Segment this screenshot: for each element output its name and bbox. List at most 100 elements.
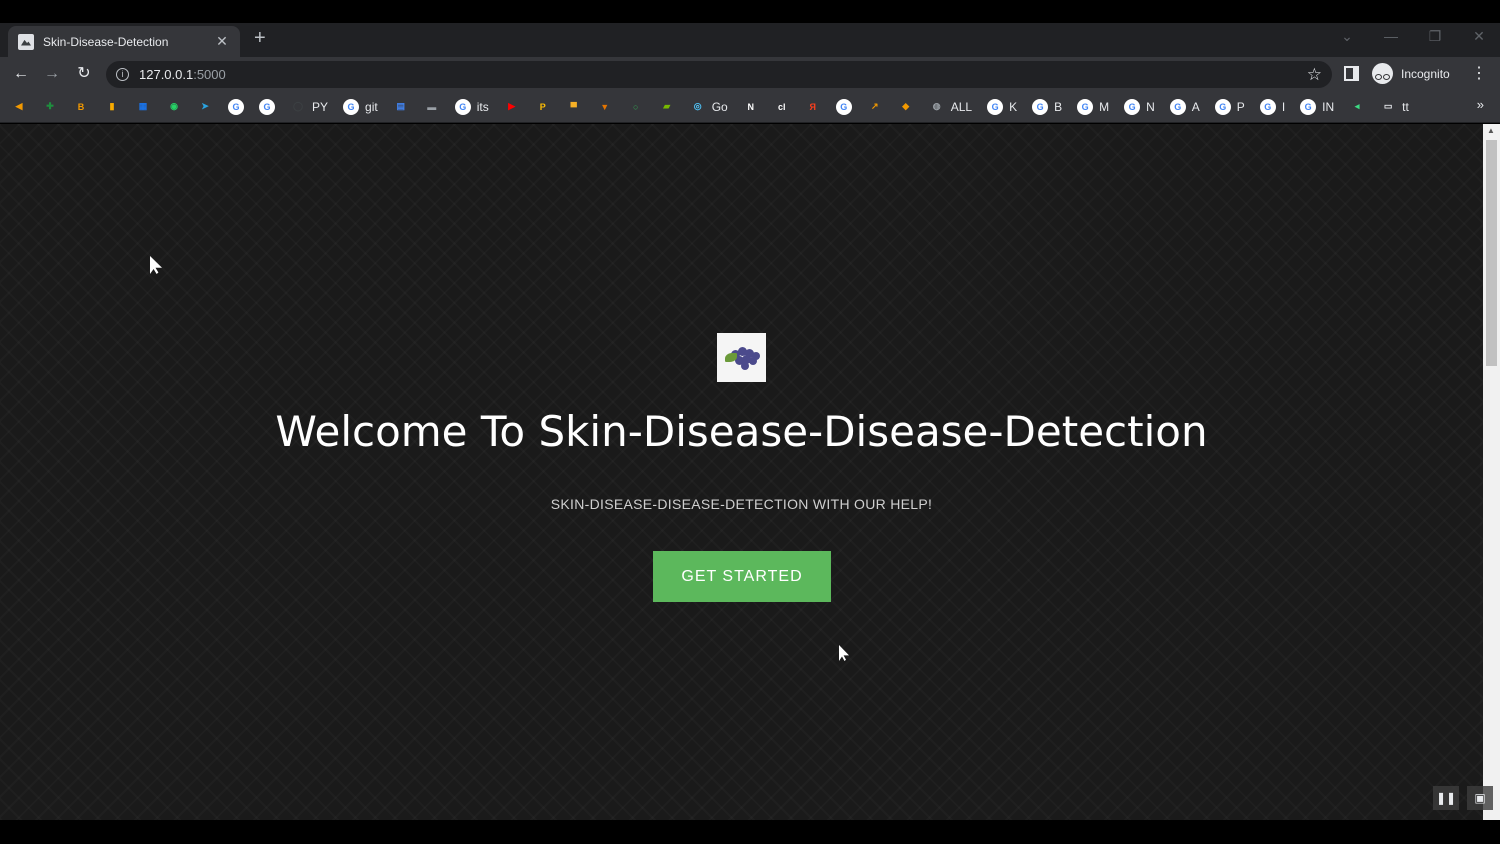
plus-green-icon: ✚ bbox=[46, 101, 54, 111]
p-yellow-icon: P bbox=[539, 101, 546, 112]
vertical-scrollbar[interactable]: ▲ bbox=[1483, 124, 1500, 820]
get-started-button[interactable]: GET STARTED bbox=[653, 551, 831, 602]
bookmark-item[interactable]: ◀ bbox=[11, 97, 27, 117]
bookmark-label: I bbox=[1281, 99, 1286, 114]
mouse-cursor-ghost bbox=[839, 645, 849, 661]
grape-logo bbox=[717, 333, 766, 382]
bookmark-item[interactable]: Gits bbox=[454, 97, 489, 117]
bookmark-label: B bbox=[1054, 99, 1063, 114]
bookmark-item[interactable]: ◎ Go bbox=[690, 97, 728, 117]
tab-strip: Skin-Disease-Detection ✕ bbox=[0, 23, 1500, 57]
bookmark-item[interactable]: ▭ tt bbox=[1380, 97, 1409, 117]
close-window-icon[interactable]: ✕ bbox=[1470, 28, 1488, 45]
chevron-down-icon[interactable]: ⌄ bbox=[1338, 28, 1356, 45]
bookmark-item[interactable]: P bbox=[535, 97, 551, 117]
hero-title: Welcome To Skin-Disease-Disease-Detectio… bbox=[275, 407, 1208, 456]
bookmark-item[interactable]: ✚ bbox=[42, 97, 58, 117]
bookmark-item[interactable]: G IN bbox=[1300, 97, 1334, 117]
bookmark-item[interactable]: ◆ bbox=[898, 97, 914, 117]
back-icon[interactable]: ← bbox=[11, 64, 31, 84]
scroll-up-icon[interactable]: ▲ bbox=[1487, 126, 1495, 135]
star-icon[interactable]: ☆ bbox=[1307, 65, 1322, 85]
doc-blue-icon: ▤ bbox=[396, 101, 405, 111]
url-host: 127.0.0.1 bbox=[139, 67, 194, 82]
bookmark-label: ALL bbox=[950, 99, 973, 114]
bookmark-item[interactable]: GB bbox=[1032, 97, 1062, 117]
kebab-menu-icon[interactable]: ⋮ bbox=[1471, 64, 1487, 84]
pause-icon[interactable]: ❚❚ bbox=[1433, 786, 1459, 810]
bookmark-item[interactable]: ▤ bbox=[393, 97, 409, 117]
bookmark-orange-icon: ◀ bbox=[15, 101, 23, 111]
bookmark-item[interactable]: GN bbox=[1124, 97, 1155, 117]
mouse-cursor bbox=[150, 256, 162, 274]
info-icon[interactable]: i bbox=[116, 68, 129, 81]
bookmark-item[interactable]: ◍ ALL bbox=[929, 97, 972, 117]
bookmark-item[interactable]: G bbox=[228, 97, 244, 117]
incognito-profile-button[interactable]: Incognito bbox=[1372, 63, 1450, 84]
google-icon: G bbox=[228, 98, 244, 115]
side-panel-icon[interactable] bbox=[1344, 66, 1359, 81]
bookmark-item[interactable]: ➤ bbox=[197, 97, 213, 117]
yandex-icon: Я bbox=[809, 101, 816, 112]
scrollbar-thumb[interactable] bbox=[1486, 140, 1497, 366]
close-icon[interactable]: ✕ bbox=[214, 33, 230, 50]
tab-active[interactable]: Skin-Disease-Detection ✕ bbox=[8, 26, 240, 57]
bookmark-item[interactable]: GK bbox=[987, 97, 1017, 117]
bookmark-item[interactable]: GM bbox=[1077, 97, 1109, 117]
bookmark-item[interactable]: ◂ bbox=[1349, 97, 1365, 117]
google-icon: G bbox=[1169, 98, 1186, 115]
bookmark-item[interactable]: ▼ bbox=[597, 97, 613, 117]
new-tab-button[interactable]: + bbox=[254, 28, 266, 48]
google-icon: G bbox=[1259, 98, 1276, 115]
toolbar: ← → ↻ i 127.0.0.1 :5000 ☆ Incognito ⋮ bbox=[0, 57, 1500, 91]
bookmark-item[interactable]: ▦ bbox=[135, 97, 151, 117]
picture-in-picture-icon[interactable]: ▣ bbox=[1467, 786, 1493, 810]
bookmark-item[interactable]: ○ bbox=[628, 97, 644, 117]
bookmark-item[interactable]: ↗ bbox=[867, 97, 883, 117]
bookmark-item[interactable]: GP bbox=[1214, 97, 1245, 117]
monitor-icon: ▭ bbox=[1383, 101, 1393, 111]
google-icon: G bbox=[1300, 98, 1317, 115]
tab-title: Skin-Disease-Detection bbox=[43, 34, 169, 49]
bookmark-item[interactable]: ▰ bbox=[659, 97, 675, 117]
bookmark-item[interactable]: ▀ bbox=[566, 97, 582, 117]
bookmark-label: N bbox=[1146, 99, 1155, 114]
colab-icon: ◎ bbox=[693, 101, 702, 111]
bookmark-item[interactable]: G bbox=[259, 97, 275, 117]
arrow-orange-icon: ↗ bbox=[870, 101, 879, 111]
minimize-icon[interactable]: — bbox=[1382, 28, 1400, 45]
bookmark-item[interactable]: ▬ bbox=[424, 97, 440, 117]
tag-orange-icon: ◆ bbox=[902, 101, 910, 111]
bookmark-item[interactable]: Я bbox=[805, 97, 821, 117]
bookmark-item[interactable]: ◉ bbox=[166, 97, 182, 117]
bookmark-item[interactable]: B bbox=[73, 97, 89, 117]
bookmark-label: IN bbox=[1322, 99, 1335, 114]
bookmark-item[interactable]: GA bbox=[1169, 97, 1200, 117]
google-icon: G bbox=[1077, 98, 1094, 115]
bookmark-label: K bbox=[1009, 99, 1018, 114]
reload-icon[interactable]: ↻ bbox=[74, 64, 94, 84]
bookmark-item[interactable]: ◯ PY bbox=[290, 97, 328, 117]
whatsapp-icon: ◉ bbox=[170, 101, 178, 111]
address-bar[interactable]: i 127.0.0.1 :5000 ☆ bbox=[106, 61, 1332, 88]
google-icon: G bbox=[987, 98, 1004, 115]
globe-icon: ◍ bbox=[932, 101, 941, 111]
forward-icon[interactable]: → bbox=[42, 64, 62, 84]
restore-icon[interactable]: ❐ bbox=[1426, 28, 1444, 45]
app-orange-icon: B bbox=[77, 101, 85, 112]
github-icon: ◯ bbox=[292, 101, 304, 111]
bookmark-item[interactable]: Ggit bbox=[343, 97, 378, 117]
bookmark-item[interactable]: G bbox=[835, 97, 852, 117]
bookmark-item[interactable]: ▮ bbox=[104, 97, 120, 117]
bookmark-item[interactable]: GI bbox=[1259, 97, 1286, 117]
letterbox-bottom bbox=[0, 820, 1500, 844]
nvidia-icon: ▰ bbox=[663, 101, 671, 111]
bookmark-item[interactable]: cl bbox=[774, 97, 790, 117]
bookmark-item[interactable]: N bbox=[743, 97, 759, 117]
hero-subtitle: SKIN-DISEASE-DISEASE-DETECTION WITH OUR … bbox=[550, 496, 933, 512]
bookmark-label: P bbox=[1236, 99, 1245, 114]
bookmarks-overflow-icon[interactable]: » bbox=[1477, 97, 1484, 112]
image-icon bbox=[18, 33, 34, 50]
google-icon: G bbox=[259, 98, 275, 115]
bookmark-item[interactable]: ▶ bbox=[504, 97, 520, 117]
